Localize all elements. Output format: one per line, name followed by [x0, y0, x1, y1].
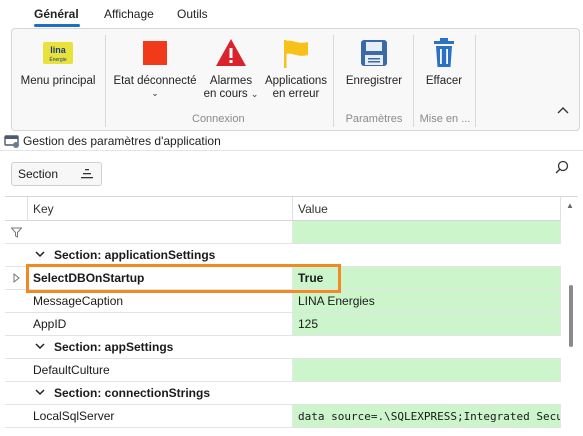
etat-deconnecte-button[interactable]: Etat déconnecté ⌄ [112, 33, 198, 109]
group-label-parametres: Paramètres [345, 113, 403, 125]
alarmes-label-2-wrap: en cours ⌄ [204, 88, 259, 101]
effacer-label: Effacer [425, 75, 463, 87]
value-cell[interactable]: LINA Energies [293, 290, 561, 312]
save-icon [354, 33, 394, 73]
etat-label: Etat déconnecté [113, 75, 197, 87]
lina-logo-icon: lina Énergie [38, 33, 78, 73]
scroll-up-icon[interactable]: ▲ [566, 201, 574, 210]
search-icon[interactable] [555, 160, 569, 177]
alarmes-label-1: Alarmes [209, 75, 253, 87]
sort-icon [81, 166, 93, 183]
status-square-icon [135, 33, 175, 73]
enregistrer-button[interactable]: Enregistrer [340, 33, 408, 109]
group-header: Section: applicationSettings [28, 244, 215, 266]
alarmes-button[interactable]: Alarmes en cours ⌄ [200, 33, 262, 109]
ribbon-tabs: Général Affichage Outils [0, 0, 583, 28]
chevron-down-icon [35, 250, 45, 261]
table-row[interactable]: SelectDBOnStartup True [5, 267, 561, 290]
svg-text:lina: lina [50, 45, 66, 55]
menu-principal-label: Menu principal [20, 75, 96, 87]
current-row-arrow-icon [5, 267, 28, 289]
value-cell[interactable] [293, 359, 561, 381]
applications-label-2: en erreur [272, 88, 320, 100]
group-header: Section: connectionStrings [28, 382, 210, 404]
group-label-connexion: Connexion [192, 113, 245, 125]
value-cell[interactable]: True [293, 267, 561, 289]
settings-grid: Key Value Section: applicationSettings S… [5, 196, 578, 436]
column-header-value[interactable]: Value [293, 197, 561, 221]
ribbon: lina Énergie Menu principal Etat déconne… [11, 28, 580, 131]
effacer-button[interactable]: Effacer [418, 33, 470, 109]
settings-window-icon [4, 133, 20, 149]
key-cell[interactable]: SelectDBOnStartup [28, 267, 293, 289]
collapse-ribbon-icon[interactable] [557, 103, 569, 117]
trash-icon [424, 33, 464, 73]
table-row[interactable]: MessageCaption LINA Energies [5, 290, 561, 313]
table-row[interactable]: DefaultCulture [5, 359, 561, 382]
chevron-down-icon [35, 388, 45, 399]
settings-panel: Section Key Value Section: applicationSe… [0, 151, 583, 436]
section-group-row[interactable]: Section: connectionStrings [5, 382, 561, 405]
group-separator [333, 35, 334, 127]
window-title-bar: Gestion des paramètres d'application [0, 131, 583, 151]
active-tab-indicator [34, 24, 80, 27]
enregistrer-label: Enregistrer [345, 75, 403, 87]
flag-icon [276, 33, 316, 73]
filter-key-input[interactable] [28, 221, 293, 243]
group-label-mise-en: Mise en ... [419, 113, 471, 125]
section-sort-button[interactable]: Section [11, 162, 102, 186]
tab-outils[interactable]: Outils [177, 7, 208, 21]
chevron-down-icon: ⌄ [250, 89, 259, 99]
key-cell[interactable]: MessageCaption [28, 290, 293, 312]
section-group-label: Section: applicationSettings [54, 248, 216, 262]
table-row[interactable]: LocalSqlServer data source=.\SQLEXPRESS;… [5, 405, 561, 428]
key-cell[interactable]: AppID [28, 313, 293, 335]
warning-icon [211, 33, 251, 73]
filter-icon[interactable] [5, 221, 28, 243]
section-group-row[interactable]: Section: appSettings [5, 336, 561, 359]
group-separator [475, 35, 476, 127]
value-cell[interactable]: data source=.\SQLEXPRESS;Integrated Secu… [293, 405, 561, 427]
header-indicator-cell [5, 197, 28, 221]
key-cell[interactable]: LocalSqlServer [28, 405, 293, 427]
svg-text:Énergie: Énergie [49, 56, 66, 63]
column-header-key[interactable]: Key [28, 197, 293, 221]
tab-general[interactable]: Général [34, 7, 79, 21]
value-cell[interactable]: 125 [293, 313, 561, 335]
group-separator [413, 35, 414, 127]
chevron-down-icon [35, 342, 45, 353]
filter-row [5, 221, 561, 244]
filter-value-input[interactable] [293, 221, 561, 243]
chevron-down-icon: ⌄ [151, 88, 159, 98]
key-cell[interactable]: DefaultCulture [28, 359, 293, 381]
vertical-scrollbar[interactable]: ▲ [562, 197, 578, 436]
menu-principal-button[interactable]: lina Énergie Menu principal [20, 33, 96, 109]
scrollbar-thumb[interactable] [569, 285, 573, 347]
section-group-row[interactable]: Section: applicationSettings [5, 244, 561, 267]
applications-en-erreur-button[interactable]: Applications en erreur [264, 33, 328, 109]
group-header: Section: appSettings [28, 336, 173, 358]
group-separator [105, 35, 106, 127]
section-group-label: Section: connectionStrings [54, 386, 211, 400]
window-title: Gestion des paramètres d'application [23, 133, 221, 148]
tab-affichage[interactable]: Affichage [104, 7, 154, 21]
applications-label-1: Applications [264, 75, 327, 87]
section-group-label: Section: appSettings [54, 340, 174, 354]
alarmes-label-2: en cours [203, 88, 248, 100]
table-row[interactable]: AppID 125 [5, 313, 561, 336]
section-label: Section [18, 167, 59, 181]
